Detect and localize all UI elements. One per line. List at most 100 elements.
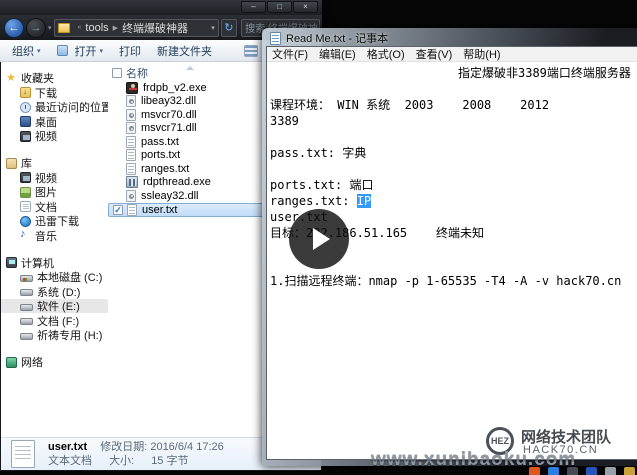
computer-icon	[6, 257, 17, 268]
recent-icon	[20, 102, 31, 113]
video-icon	[20, 131, 31, 142]
views-icon[interactable]	[244, 45, 258, 57]
notepad-menu-item[interactable]: 帮助(H)	[463, 46, 500, 62]
details-filetype: 文本文档	[48, 455, 92, 467]
breadcrumb-root[interactable]: tools	[85, 22, 108, 34]
notepad-line: 指定爆破非3389端口终端服务器	[270, 65, 637, 81]
breadcrumb-prefix: «	[78, 24, 82, 31]
breadcrumb-separator-icon[interactable]: ▶	[113, 24, 118, 32]
library-icon	[6, 158, 17, 169]
notepad-title: Read Me.txt - 记事本	[286, 30, 388, 46]
file-checkbox[interactable]	[113, 205, 123, 215]
explorer-titlebar: – □ ×	[0, 0, 322, 15]
notepad-menubar: 文件(F) 编辑(E) 格式(O) 查看(V) 帮助(H)	[267, 47, 637, 62]
taskbar-icon[interactable]	[529, 467, 540, 475]
sidebar-group-header[interactable]: 收藏夹	[1, 71, 108, 85]
minimize-button[interactable]: –	[241, 1, 266, 13]
play-icon	[313, 228, 330, 250]
sidebar-item[interactable]: 文档 (F:)	[1, 314, 108, 328]
sidebar-item[interactable]: 下载	[1, 86, 108, 100]
taskbar-icon[interactable]	[605, 467, 616, 475]
text-run: ranges.txt:	[270, 194, 357, 208]
navigation-pane: 收藏夹下载最近访问的位置桌面视频库视频图片文档迅雷下载音乐计算机本地磁盘 (C:…	[1, 62, 108, 437]
taskbar-icon[interactable]	[586, 467, 597, 475]
drive-icon	[20, 318, 33, 325]
file-name: pass.txt	[141, 136, 179, 148]
notepad-line: 3389	[270, 113, 637, 129]
select-all-checkbox[interactable]	[112, 68, 122, 78]
notepad-menu-item[interactable]: 格式(O)	[367, 46, 405, 62]
sidebar-item[interactable]: 系统 (D:)	[1, 285, 108, 299]
toolbar-button-打印[interactable]: 打印	[111, 41, 149, 61]
file-name: ports.txt	[141, 149, 180, 161]
window-controls: – □ ×	[240, 1, 318, 13]
network-icon	[6, 357, 17, 368]
star-icon	[6, 73, 17, 84]
file-icon	[127, 204, 137, 216]
details-modified-value: 2016/6/4 17:26	[150, 441, 223, 453]
play-button[interactable]	[289, 209, 349, 269]
notepad-line: 课程环境： WIN 系统 2003 2008 2012	[270, 97, 637, 113]
history-dropdown-icon[interactable]: ▾	[48, 24, 52, 32]
sidebar-item[interactable]: 音乐	[1, 229, 108, 243]
chevron-down-icon: ▾	[37, 47, 41, 55]
file-name: ssleay32.dll	[141, 190, 198, 202]
sidebar-item[interactable]: 视频	[1, 171, 108, 185]
notepad-icon	[270, 32, 281, 45]
taskbar-icon[interactable]	[548, 467, 559, 475]
video-icon	[20, 172, 31, 183]
download-folder-icon	[20, 87, 31, 98]
sidebar-item-label: 视频	[35, 128, 57, 144]
pictures-icon	[20, 187, 31, 198]
refresh-button[interactable]: ↻	[221, 19, 237, 37]
desktop-icon	[20, 116, 31, 127]
sidebar-item[interactable]: 本地磁盘 (C:)	[1, 270, 108, 284]
sidebar-item[interactable]: 视频	[1, 129, 108, 143]
sidebar-item[interactable]: 文档	[1, 200, 108, 214]
sidebar-item[interactable]: 软件 (E:)	[1, 299, 108, 313]
sidebar-group-header[interactable]: 库	[1, 156, 108, 170]
sidebar-item[interactable]: 图片	[1, 185, 108, 199]
address-bar[interactable]: « tools ▶ 终端爆破神器 ▾	[54, 19, 219, 37]
breadcrumb-current[interactable]: 终端爆破神器	[122, 20, 188, 36]
taskbar	[529, 467, 635, 475]
taskbar-icon[interactable]	[624, 467, 635, 475]
sort-ascending-icon	[186, 66, 194, 70]
music-icon	[20, 230, 31, 241]
taskbar-icon[interactable]	[567, 467, 578, 475]
notepad-menu-item[interactable]: 查看(V)	[416, 46, 453, 62]
details-modified-label: 修改日期:	[100, 441, 147, 453]
toolbar-button-label: 组织	[12, 43, 34, 59]
sidebar-group-header[interactable]: 网络	[1, 355, 108, 369]
toolbar-button-组织[interactable]: 组织▾	[4, 41, 49, 61]
file-icon	[126, 176, 138, 188]
notepad-titlebar[interactable]: Read Me.txt - 记事本	[270, 30, 388, 46]
toolbar-button-新建文件夹[interactable]: 新建文件夹	[149, 41, 220, 61]
toolbar-button-打开[interactable]: 打开▾	[49, 41, 112, 61]
toolbar-button-label: 打开	[75, 43, 97, 59]
notepad-line: ports.txt: 端口	[270, 177, 637, 193]
details-size-label: 大小:	[109, 455, 134, 467]
sidebar-item[interactable]: 祈祷专用 (H:)	[1, 328, 108, 342]
column-header-label: 名称	[126, 65, 148, 81]
notepad-line	[270, 129, 637, 145]
sidebar-item-label: 祈祷专用 (H:)	[37, 327, 102, 343]
file-name: msvcr70.dll	[141, 109, 197, 121]
sidebar-item[interactable]: 迅雷下载	[1, 214, 108, 228]
documents-icon	[20, 201, 31, 212]
file-icon	[126, 149, 136, 161]
notepad-line	[270, 81, 637, 97]
notepad-line: ranges.txt: IP	[270, 193, 637, 209]
sidebar-group-header[interactable]: 计算机	[1, 256, 108, 270]
back-button[interactable]: ←	[4, 18, 24, 38]
sidebar-item[interactable]: 最近访问的位置	[1, 100, 108, 114]
maximize-button[interactable]: □	[267, 1, 292, 13]
address-dropdown-icon[interactable]: ▾	[207, 24, 215, 32]
sidebar-item[interactable]: 桌面	[1, 115, 108, 129]
notepad-menu-item[interactable]: 编辑(E)	[319, 46, 356, 62]
details-size-value: 15 字节	[151, 455, 188, 467]
close-button[interactable]: ×	[293, 1, 318, 13]
file-icon	[126, 136, 136, 148]
notepad-menu-item[interactable]: 文件(F)	[272, 46, 308, 62]
forward-button[interactable]: →	[26, 18, 46, 38]
